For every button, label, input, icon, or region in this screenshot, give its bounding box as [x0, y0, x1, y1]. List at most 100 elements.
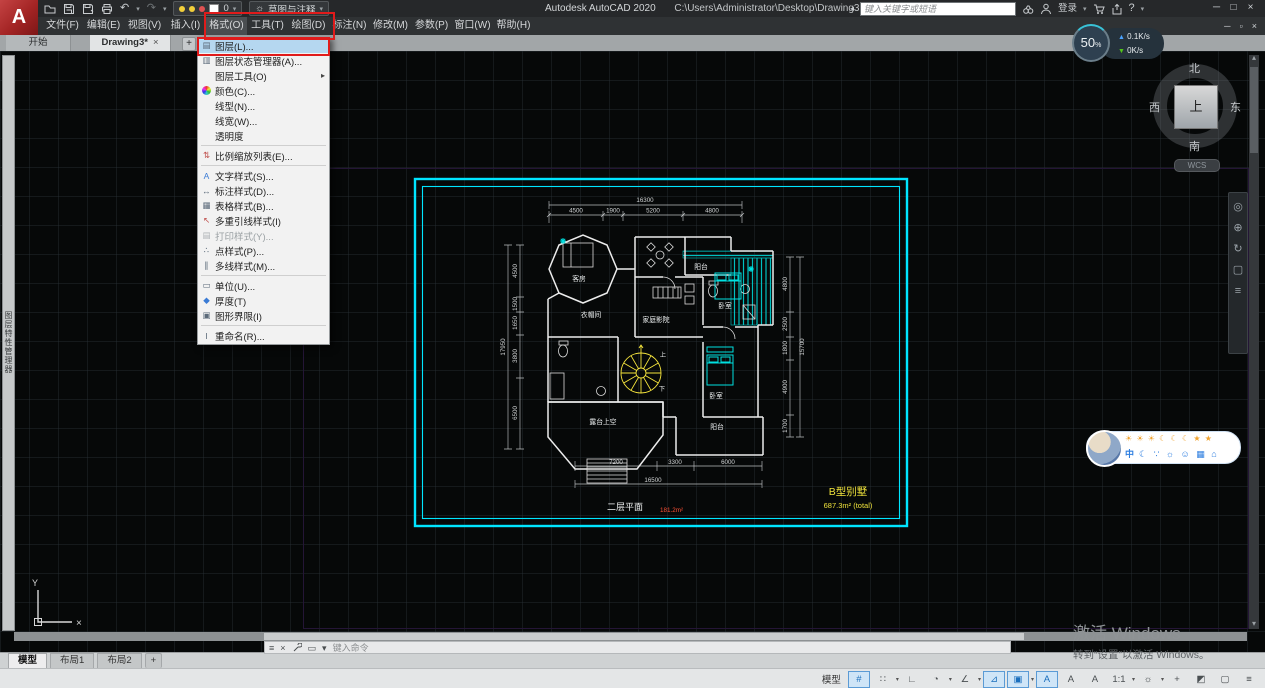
ime-avatar[interactable]: [1086, 430, 1123, 467]
doc-close-button[interactable]: ×: [1252, 17, 1257, 35]
doc-restore-button[interactable]: ▫: [1240, 17, 1243, 35]
menu-item-mleader-style[interactable]: ↖多重引线样式(I): [198, 213, 329, 228]
menu-parametric[interactable]: 参数(P): [411, 17, 452, 35]
menu-item-lineweight[interactable]: 线宽(W)...: [198, 113, 329, 128]
hscroll-thumb[interactable]: [264, 633, 1024, 640]
workspace-settings-button[interactable]: ☼: [1137, 671, 1159, 688]
redo-caret-icon[interactable]: ▾: [163, 5, 167, 13]
share-icon[interactable]: [1111, 3, 1123, 15]
open-icon[interactable]: [44, 3, 56, 15]
nav-wheel-icon[interactable]: ◎: [1233, 201, 1243, 213]
menu-insert[interactable]: 插入(I): [165, 17, 206, 35]
tab-close-icon[interactable]: ×: [153, 37, 159, 48]
menu-tools[interactable]: 工具(T): [247, 17, 288, 35]
viewcube-north[interactable]: 北: [1189, 60, 1200, 76]
cmd-recent-icon[interactable]: ▭: [308, 642, 317, 654]
menu-item-transparency[interactable]: 透明度: [198, 128, 329, 143]
user-icon[interactable]: [1040, 3, 1052, 15]
object-isolate-button[interactable]: +: [1166, 671, 1188, 688]
floorplan-drawing[interactable]: 16300 4500 1900 5200 4800 17950 4500 150…: [413, 177, 909, 528]
autocad-logo[interactable]: A: [0, 0, 38, 35]
statusbar-model-label[interactable]: 模型: [822, 672, 841, 686]
menu-item-linetype[interactable]: 线型(N)...: [198, 98, 329, 113]
ime-tool-icons[interactable]: 中☾ ∵ ☼ ☺ ▦ ⌂: [1125, 447, 1219, 460]
grid-toggle[interactable]: #: [848, 671, 870, 688]
menu-help[interactable]: 帮助(H): [493, 17, 534, 35]
osnap-caret-icon[interactable]: ▾: [1031, 676, 1034, 683]
annotation-auto-toggle[interactable]: A: [1060, 671, 1082, 688]
menu-draw[interactable]: 绘图(D): [288, 17, 329, 35]
customization-button[interactable]: ≡: [1238, 671, 1260, 688]
help-caret-icon[interactable]: ▾: [1141, 5, 1145, 13]
new-layout-button[interactable]: +: [145, 653, 163, 668]
search-icon[interactable]: [1022, 3, 1034, 15]
search-input[interactable]: [860, 2, 1016, 16]
menu-item-units[interactable]: ▭单位(U)...: [198, 278, 329, 293]
polar-toggle[interactable]: ◔: [925, 671, 947, 688]
tab-drawing3[interactable]: Drawing3*×: [90, 35, 171, 51]
signin-caret-icon[interactable]: ▾: [1083, 5, 1087, 13]
menu-item-scale-list[interactable]: ⇅比例缩放列表(E)...: [198, 148, 329, 163]
minimize-button[interactable]: ─: [1208, 0, 1225, 16]
layer-control[interactable]: 0 ▾: [173, 1, 242, 16]
viewcube-top-face[interactable]: 上: [1174, 85, 1218, 129]
doc-minimize-button[interactable]: ─: [1224, 17, 1230, 35]
menu-item-table-style[interactable]: ▦表格样式(B)...: [198, 198, 329, 213]
vscroll-thumb[interactable]: [1250, 67, 1258, 153]
menu-item-rename[interactable]: I重命名(R)...: [198, 328, 329, 343]
save-as-icon[interactable]: [82, 3, 94, 15]
scroll-down-icon[interactable]: ▾: [1249, 619, 1259, 628]
annotation-visibility-toggle[interactable]: A: [1036, 671, 1058, 688]
nav-more-icon[interactable]: ≡: [1235, 285, 1241, 297]
vertical-scrollbar[interactable]: [1249, 55, 1259, 629]
drawing-viewport[interactable]: 图层特性管理器 16300: [0, 51, 1265, 652]
settings-caret-icon[interactable]: ▾: [1161, 676, 1164, 683]
cmd-close-icon[interactable]: ×: [280, 642, 285, 654]
clean-screen-button[interactable]: ▢: [1214, 671, 1236, 688]
undo-caret-icon[interactable]: ▾: [136, 5, 140, 13]
tab-start[interactable]: 开始: [6, 35, 71, 51]
menu-item-thickness[interactable]: ◆厚度(T): [198, 293, 329, 308]
plot-icon[interactable]: [101, 3, 113, 15]
scale-caret-icon[interactable]: ▾: [1132, 676, 1135, 683]
horizontal-scrollbar[interactable]: [14, 632, 1247, 641]
osnap-toggle[interactable]: ▣: [1007, 671, 1029, 688]
menu-item-layer[interactable]: ▤图层(L)...: [198, 38, 329, 53]
scroll-up-icon[interactable]: ▴: [1249, 53, 1259, 62]
otrack-caret-icon[interactable]: ▾: [978, 676, 981, 683]
viewcube-south[interactable]: 南: [1189, 138, 1200, 154]
layer-properties-palette-strip[interactable]: 图层特性管理器: [2, 55, 15, 631]
otrack-toggle[interactable]: ∠: [954, 671, 976, 688]
ime-toolbar[interactable]: ☀ ☀ ☀ ☾ ☾ ☾ ★ ★ 中☾ ∵ ☼ ☺ ▦ ⌂: [1086, 431, 1241, 464]
annotation-scale-value[interactable]: 1:1: [1108, 671, 1130, 688]
menu-item-drawing-limits[interactable]: ▣图形界限(I): [198, 308, 329, 323]
sign-in-label[interactable]: 登录: [1058, 0, 1077, 17]
polar-caret-icon[interactable]: ▾: [949, 676, 952, 683]
menu-item-color[interactable]: 颜色(C)...: [198, 83, 329, 98]
snap-toggle[interactable]: ∷: [872, 671, 894, 688]
viewcube[interactable]: 北 南 西 东 上 WCS: [1147, 62, 1243, 174]
save-icon[interactable]: [63, 3, 75, 15]
redo-icon[interactable]: ↷: [147, 0, 156, 17]
speed-monitor-overlay[interactable]: ▲ 0.1K/s ▼ 0K/s 50%: [1072, 24, 1164, 64]
command-line[interactable]: ≡ × ▭ ▾ 键入命令: [264, 641, 1011, 654]
menu-item-point-style[interactable]: ∴点样式(P)...: [198, 243, 329, 258]
menu-file[interactable]: 文件(F): [42, 17, 83, 35]
viewcube-west[interactable]: 西: [1149, 99, 1160, 115]
collapse-icon[interactable]: ◂: [850, 0, 854, 17]
maximize-button[interactable]: □: [1225, 0, 1242, 16]
memory-usage-ball[interactable]: 50%: [1072, 24, 1110, 62]
workspace-switcher[interactable]: ☼ 草图与注释 ▾: [249, 1, 329, 16]
nav-pan-icon[interactable]: ⊕: [1233, 222, 1242, 234]
cmd-menu-icon[interactable]: ≡: [269, 642, 274, 654]
cmd-customize-icon[interactable]: [292, 643, 302, 653]
menu-item-mline-style[interactable]: ∥多线样式(M)...: [198, 258, 329, 273]
wcs-menu[interactable]: WCS: [1174, 159, 1220, 172]
menu-item-layer-states[interactable]: ▥图层状态管理器(A)...: [198, 53, 329, 68]
menu-format[interactable]: 格式(O): [206, 17, 247, 35]
menu-window[interactable]: 窗口(W): [452, 17, 493, 35]
undo-icon[interactable]: ↶: [120, 0, 129, 17]
command-input-placeholder[interactable]: 键入命令: [333, 642, 369, 654]
menu-edit[interactable]: 编辑(E): [83, 17, 124, 35]
tab-layout2[interactable]: 布局2: [97, 653, 141, 668]
